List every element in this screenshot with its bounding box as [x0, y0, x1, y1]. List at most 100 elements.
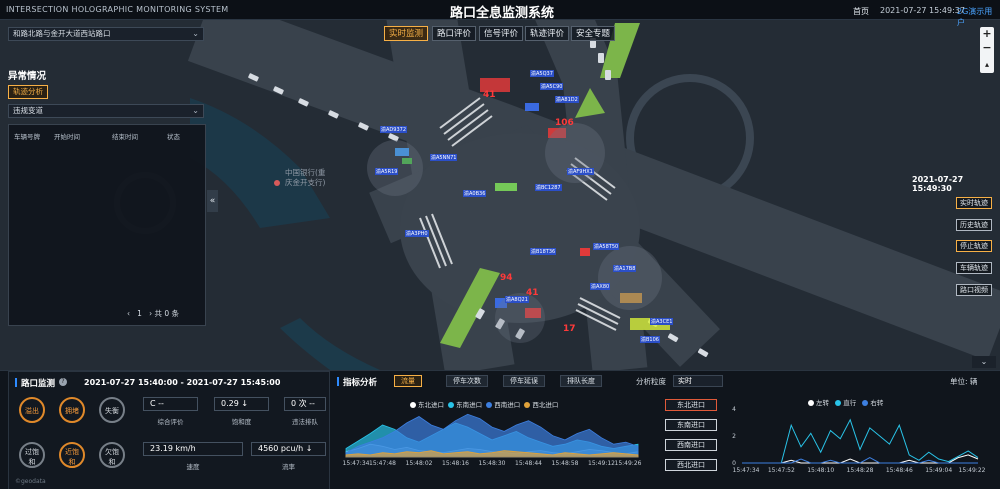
x-tick-label: 15:49:12	[588, 460, 615, 467]
overall-eval-label: 综合评价	[157, 418, 184, 426]
geodata-logo: ©geodata	[15, 478, 46, 485]
direction-northwest-button[interactable]: 西北进口	[665, 459, 717, 471]
plate-label[interactable]: 渝A58T50	[593, 243, 620, 250]
count-label: 17	[563, 324, 576, 334]
status-overflow: 溢出	[19, 397, 45, 423]
accent-bar	[337, 377, 339, 386]
stop-track-button[interactable]: 停止轨迹	[956, 240, 992, 252]
zoom-out-icon[interactable]: −	[980, 42, 994, 56]
help-icon[interactable]: ?	[59, 378, 67, 386]
queue-violation-label: 违法排队	[292, 418, 318, 426]
plate-label[interactable]: 渝B18T36	[530, 248, 557, 255]
x-tick-label: 15:48:58	[552, 460, 579, 467]
overall-eval-value: C --	[143, 397, 198, 411]
y-tick-label: 0	[732, 460, 736, 467]
plate-label[interactable]: 渝AX80	[590, 283, 611, 290]
pager-total: 共 0 条	[154, 309, 180, 318]
y-tick-label: 4	[732, 406, 736, 413]
pager: ‹ 1 › 共 0 条	[127, 308, 179, 319]
accent-bar	[15, 378, 17, 387]
plate-label[interactable]: 渝AD9372	[380, 126, 407, 133]
x-tick-label: 15:47:34	[343, 460, 370, 467]
header-clock: 2021-07-27 15:49:37	[880, 6, 965, 15]
x-tick-label: 15:47:52	[768, 467, 795, 474]
direction-southwest-button[interactable]: 西南进口	[665, 439, 717, 451]
plate-label[interactable]: 渝A5R19	[375, 168, 399, 175]
unit-label: 单位: 辆	[950, 377, 978, 386]
plate-label[interactable]: 渝A3PH0	[405, 230, 429, 237]
plate-label[interactable]: 渝B106	[640, 336, 660, 343]
bottom-panel: 路口监测 ? 2021-07-27 15:40:00 - 2021-07-27 …	[0, 370, 1000, 489]
x-tick-label: 15:48:16	[442, 460, 469, 467]
table-header-start: 开始时间	[54, 133, 80, 141]
table-header-status: 状态	[167, 133, 180, 141]
violation-type-select[interactable]: 违规变道 ⌄	[8, 104, 204, 118]
plate-label[interactable]: 渝A5Q37	[530, 70, 554, 77]
plate-label[interactable]: 渝A17B8	[613, 265, 637, 272]
plate-label[interactable]: 渝A81D2	[555, 96, 579, 103]
expand-bottom-icon[interactable]: ⌄	[972, 356, 996, 368]
system-title-cn: 路口全息监测系统	[450, 6, 555, 21]
user-link[interactable]: 2G演示用户	[957, 6, 1000, 28]
plate-label[interactable]: 渝A3CE1	[650, 318, 674, 325]
plate-label[interactable]: 渝AF9HX1	[567, 168, 594, 175]
metric-tab-delay[interactable]: 停车延误	[503, 375, 545, 387]
zoom-in-icon[interactable]: +	[980, 27, 994, 41]
x-tick-label: 15:48:02	[406, 460, 433, 467]
granularity-select[interactable]: 实时	[673, 375, 723, 387]
intersection-select[interactable]: 和路北路与金开大道西站路口 ⌄	[8, 27, 204, 41]
zoom-control: + − ▴	[980, 27, 994, 73]
x-tick-label: 15:48:28	[847, 467, 874, 474]
table-header-end: 结束时间	[112, 133, 138, 141]
x-tick-label: 15:48:30	[479, 460, 506, 467]
chevron-down-icon: ⌄	[192, 29, 199, 38]
tab-trajectory-eval[interactable]: 轨迹评价	[525, 26, 570, 41]
map-timestamp: 2021-07-27 15:49:30	[912, 175, 964, 193]
y-tick-label: 2	[732, 433, 736, 440]
speed-label: 速度	[186, 463, 200, 471]
plate-label[interactable]: 渝BC1287	[535, 184, 562, 191]
plate-label[interactable]: 渝A5C90	[540, 83, 564, 90]
x-tick-label: 15:48:46	[886, 467, 913, 474]
pager-prev[interactable]: ‹	[127, 309, 130, 318]
collapse-panel-button[interactable]: «	[207, 190, 218, 212]
status-imbalance: 失衡	[99, 397, 125, 423]
pager-page[interactable]: 1	[137, 309, 142, 318]
x-tick-label: 15:48:10	[807, 467, 834, 474]
count-label: 106	[555, 118, 574, 128]
plate-label[interactable]: 渝A8Q21	[505, 296, 529, 303]
flow-area-chart: 15:47:34 15:47:48 15:48:02 15:48:16 15:48:30…	[343, 413, 642, 467]
metric-tab-flow[interactable]: 流量	[394, 375, 422, 387]
plate-label[interactable]: 渝A0B36	[463, 190, 487, 197]
tab-safety[interactable]: 安全专题	[571, 26, 616, 41]
vehicle-track-button[interactable]: 车辆轨迹	[956, 262, 992, 274]
series-line-2	[742, 418, 979, 464]
metric-tab-stops[interactable]: 停车次数	[446, 375, 488, 387]
intersection-video-button[interactable]: 路口视频	[956, 284, 992, 296]
top-bar: INTERSECTION HOLOGRAPHIC MONITORING SYST…	[0, 0, 1000, 27]
track-analysis-button[interactable]: 轨迹分析	[8, 85, 48, 99]
count-label: 94	[500, 273, 513, 283]
home-link[interactable]: 首页	[853, 6, 869, 17]
tab-intersection-eval[interactable]: 路口评价	[432, 26, 477, 41]
pager-next[interactable]: ›	[149, 309, 152, 318]
poi-label: 中国银行(重庆金开支行)	[285, 168, 327, 188]
speed-value: 23.19 km/h	[143, 442, 243, 456]
history-track-button[interactable]: 历史轨迹	[956, 219, 992, 231]
intersection-monitor-card: 路口监测 ? 2021-07-27 15:40:00 - 2021-07-27 …	[8, 371, 330, 489]
metric-tab-queue[interactable]: 排队长度	[560, 375, 602, 387]
monitor-title: 路口监测	[21, 379, 56, 389]
plate-label[interactable]: 渝A5NN71	[430, 154, 458, 161]
status-oversaturated: 过饱和	[19, 442, 45, 468]
compass-icon[interactable]: ▴	[980, 58, 994, 72]
count-label: 41	[483, 90, 496, 100]
tab-signal-eval[interactable]: 信号评价	[479, 26, 524, 41]
turn-line-chart: 0 2 4 15:47:34 15:47:52 15:48:10 15:48:28 15:48…	[732, 406, 985, 474]
tab-realtime-monitoring[interactable]: 实时监测	[384, 26, 429, 41]
poi-icon	[274, 180, 280, 186]
x-tick-label: 15:49:26	[615, 460, 642, 467]
direction-southeast-button[interactable]: 东南进口	[665, 419, 717, 431]
realtime-track-button[interactable]: 实时轨迹	[956, 197, 992, 209]
intersection-select-value: 和路北路与金开大道西站路口	[13, 29, 111, 38]
direction-northeast-button[interactable]: 东北进口	[665, 399, 717, 411]
